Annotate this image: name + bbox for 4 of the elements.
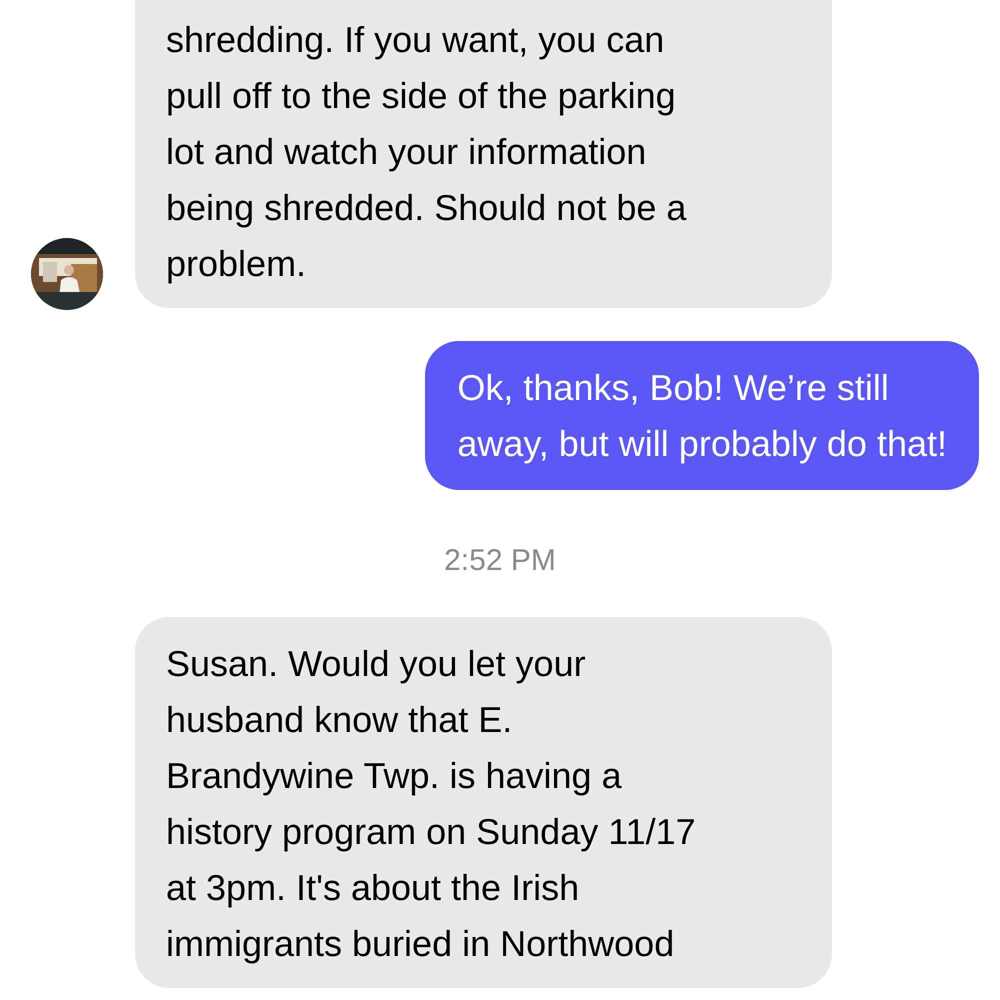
timestamp: 2:52 PM — [444, 544, 556, 577]
message-bubble: Ok, thanks, Bob! We’re still away, but will probably do that! — [425, 341, 979, 490]
message-bubble: Susan. Would you let your husband know that E. Brandywine Twp. is having a history program on Sunday 11/17 at 3pm. It's about the Irish immigrants buried in Northwood — [135, 617, 832, 988]
message-bubble: shredding. If you want, you can pull off to the side of the parking lot and watch your information being shredded. Should not be a problem. — [135, 0, 832, 308]
